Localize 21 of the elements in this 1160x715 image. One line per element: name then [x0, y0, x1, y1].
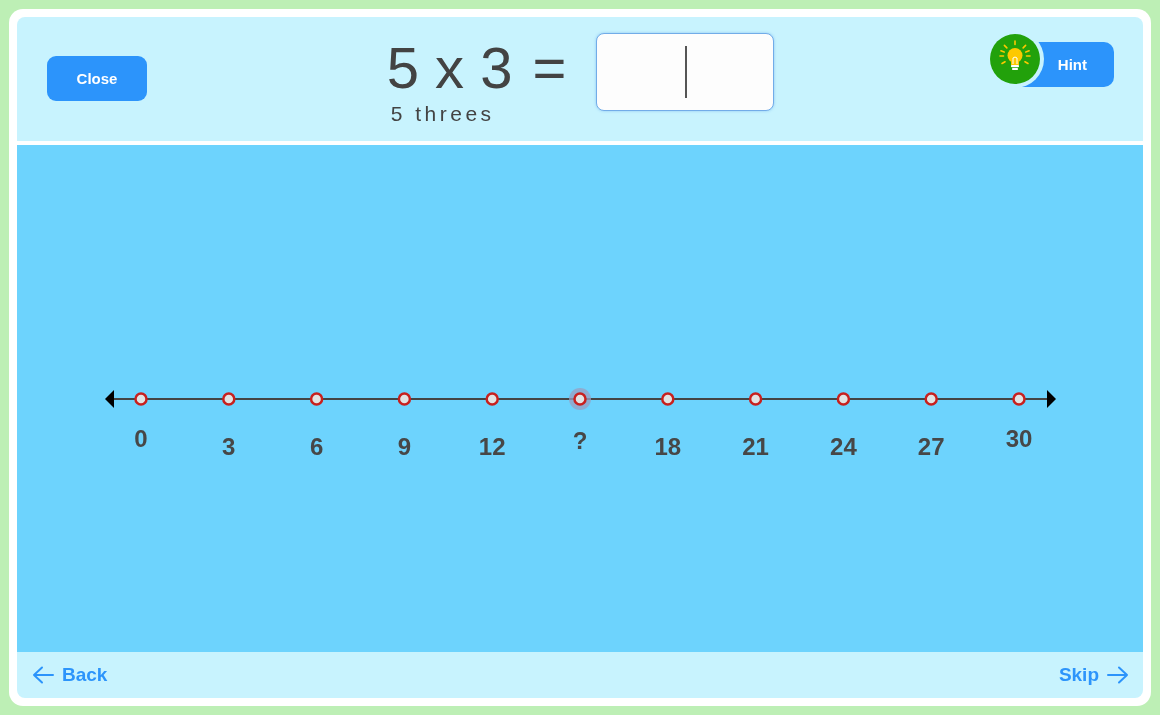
equation-reading: 5 threes [390, 102, 495, 126]
equals-sign: = [532, 39, 567, 97]
tick-label: 18 [654, 433, 682, 460]
tick-label: 9 [397, 433, 412, 460]
tick-label: 12 [478, 433, 506, 460]
tick-label: 3 [222, 433, 236, 460]
tick-label: 0 [134, 425, 148, 452]
arrow-right-icon [1107, 666, 1129, 684]
tick-label: 21 [742, 433, 769, 460]
tick-label: 6 [309, 433, 324, 460]
tick-label: ? [572, 427, 588, 454]
equation-text: 5 x 3 [386, 39, 513, 97]
answer-field[interactable] [596, 33, 775, 111]
tick-label: 27 [917, 433, 945, 460]
tick-label: 30 [1005, 425, 1033, 452]
back-link[interactable]: Back [32, 664, 108, 686]
skip-link[interactable]: Skip [1058, 664, 1129, 686]
tick-label: 24 [830, 433, 857, 460]
arrow-left-icon [32, 666, 54, 684]
hint-button[interactable]: Hint [1043, 42, 1114, 87]
close-button[interactable]: Close [47, 56, 147, 101]
